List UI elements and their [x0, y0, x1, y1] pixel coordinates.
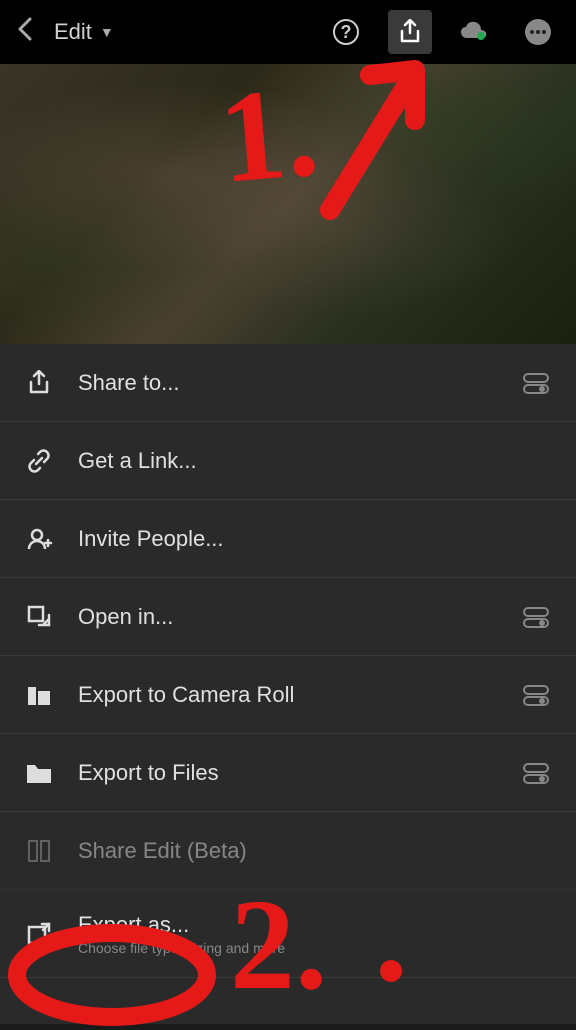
get-link-item[interactable]: Get a Link...	[0, 422, 576, 500]
menu-label: Get a Link...	[78, 448, 552, 474]
options-icon	[520, 367, 552, 399]
more-button[interactable]	[516, 10, 560, 54]
page-title: Edit	[54, 19, 92, 45]
open-in-item[interactable]: Open in...	[0, 578, 576, 656]
menu-sublabel: Choose file type, sizing and more	[78, 940, 552, 956]
invite-people-item[interactable]: Invite People...	[0, 500, 576, 578]
folder-icon	[24, 758, 54, 788]
menu-label: Export to Camera Roll	[78, 682, 496, 708]
menu-label: Open in...	[78, 604, 496, 630]
chevron-down-icon: ▼	[100, 24, 114, 40]
menu-label: Export to Files	[78, 760, 496, 786]
export-as-icon	[24, 919, 54, 949]
export-camera-roll-item[interactable]: Export to Camera Roll	[0, 656, 576, 734]
export-files-item[interactable]: Export to Files	[0, 734, 576, 812]
photo-preview[interactable]	[0, 64, 576, 344]
svg-text:?: ?	[341, 22, 352, 42]
menu-label: Share to...	[78, 370, 496, 396]
link-icon	[24, 446, 54, 476]
export-as-item[interactable]: Export as... Choose file type, sizing an…	[0, 890, 576, 978]
help-button[interactable]: ?	[324, 10, 368, 54]
camera-roll-icon	[24, 680, 54, 710]
share-icon	[24, 368, 54, 398]
options-icon	[520, 679, 552, 711]
app-header: Edit ▼ ?	[0, 0, 576, 64]
share-edit-icon	[24, 836, 54, 866]
share-button[interactable]	[388, 10, 432, 54]
open-in-icon	[24, 602, 54, 632]
edit-dropdown[interactable]: Edit ▼	[54, 19, 114, 45]
cloud-sync-button[interactable]	[452, 10, 496, 54]
options-icon	[520, 757, 552, 789]
options-icon	[520, 601, 552, 633]
menu-label: Share Edit (Beta)	[78, 838, 552, 864]
invite-icon	[24, 524, 54, 554]
share-menu-sheet: Share to... Get a Link... Invite People.…	[0, 344, 576, 1024]
share-to-item[interactable]: Share to...	[0, 344, 576, 422]
back-button[interactable]	[16, 15, 34, 50]
menu-label: Export as...	[78, 912, 552, 938]
menu-label: Invite People...	[78, 526, 552, 552]
share-edit-item: Share Edit (Beta)	[0, 812, 576, 890]
